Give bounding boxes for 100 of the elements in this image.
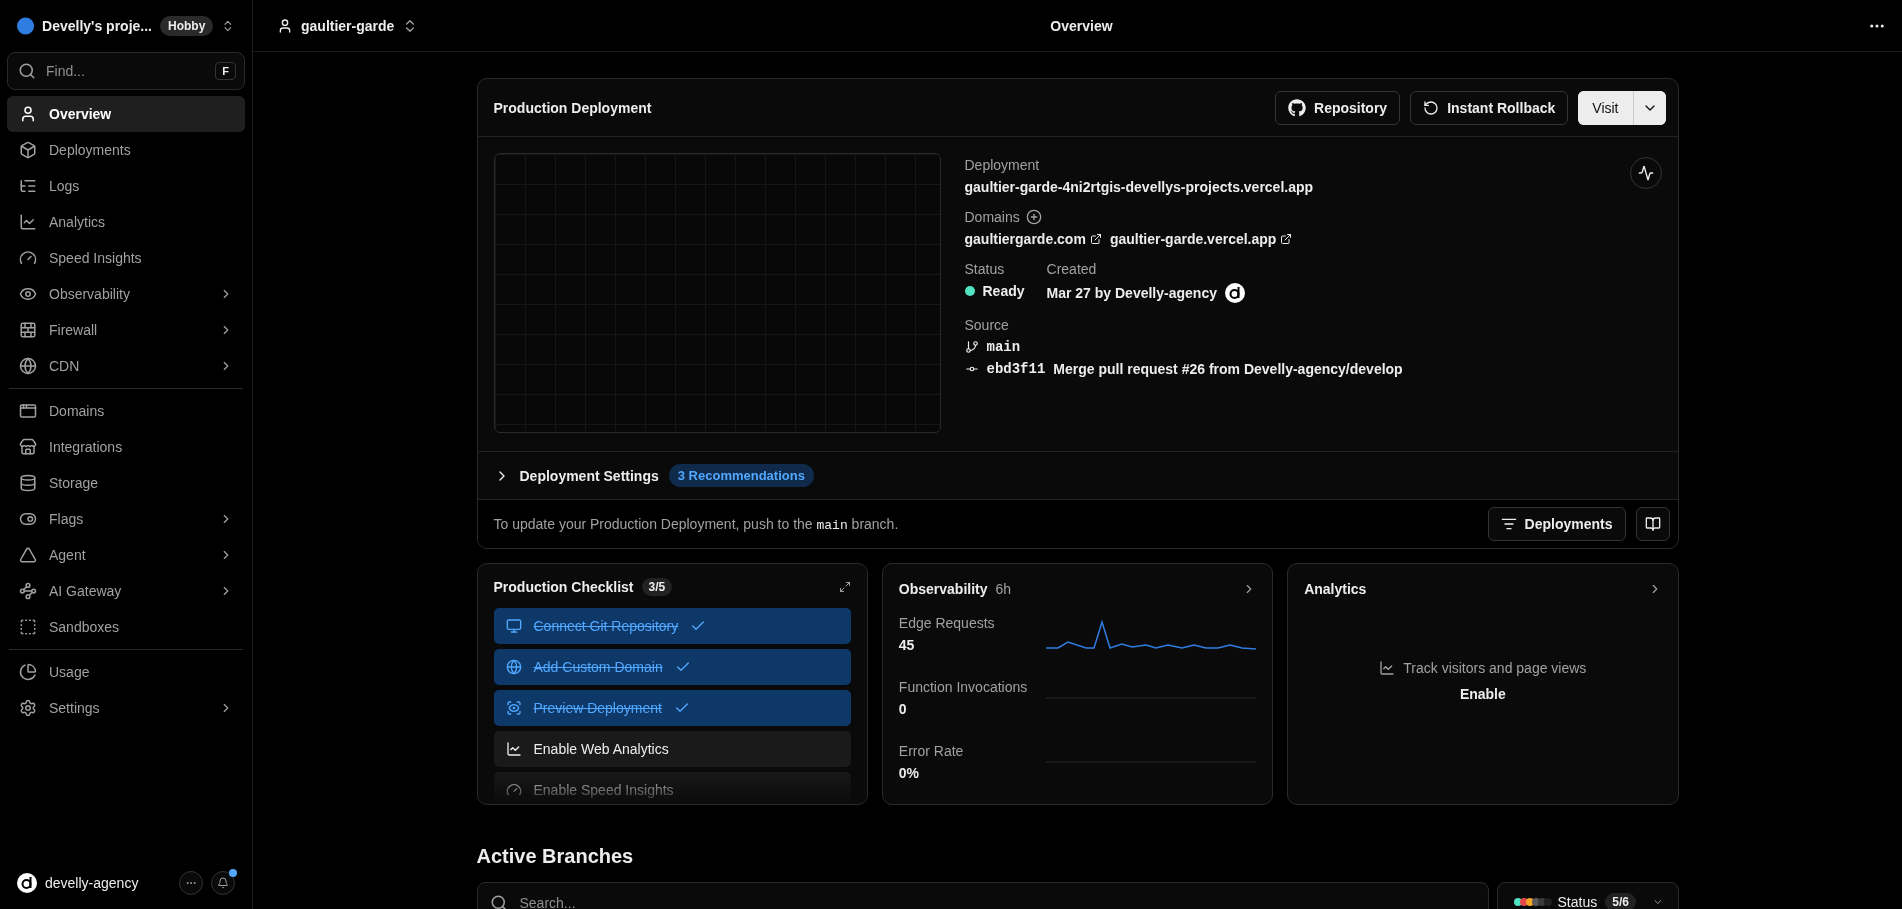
field-label: Created (1046, 261, 1098, 277)
team-name: Develly's proje... (42, 18, 152, 34)
find-field[interactable]: Find... F (7, 52, 245, 90)
store-icon (19, 438, 37, 456)
sidebar-item[interactable]: Agent (7, 537, 245, 573)
metric-label: Edge Requests (898, 615, 995, 631)
external-link-icon (1089, 233, 1102, 245)
metric-label: Function Invocations (898, 679, 1028, 695)
page-title: Overview (1050, 17, 1113, 34)
find-input[interactable]: Find... (44, 62, 208, 80)
add-icon[interactable] (1025, 209, 1042, 225)
sidebar-item[interactable]: Settings (7, 690, 245, 726)
deployment-link[interactable]: gaultier-garde-4ni2rtgis-devellys-projects.vercel.app (964, 179, 1314, 195)
docs-button[interactable] (1635, 507, 1670, 541)
globe-icon (505, 659, 522, 675)
plan-badge: Hobby (160, 16, 214, 36)
enable-link[interactable]: Enable (1459, 686, 1506, 702)
filter-count: 5/6 (1605, 893, 1636, 909)
eye-icon (19, 285, 37, 303)
monitor-icon (505, 618, 522, 634)
deployment-settings-toggle[interactable]: Deployment Settings 3 Recommendations (477, 452, 1678, 499)
activity-button[interactable] (1629, 157, 1662, 189)
gauge-icon (505, 782, 522, 798)
field-label: Domains (964, 209, 1020, 225)
team-avatar-icon (17, 16, 35, 36)
database-icon (19, 474, 37, 492)
sidebar-item[interactable]: Domains (7, 393, 245, 429)
sidebar-item[interactable]: Speed Insights (7, 240, 245, 276)
card-title: Analytics (1304, 581, 1367, 597)
metric-value: 0 (898, 701, 908, 717)
repository-button[interactable]: Repository (1275, 90, 1401, 125)
created-value: Mar 27 by Develly-agency (1046, 285, 1217, 301)
sidebar-item[interactable]: Observability (7, 276, 245, 312)
sidebar-item[interactable]: Usage (7, 654, 245, 690)
domain-link[interactable]: gaultiergarde.com (964, 231, 1102, 247)
avatar-icon (17, 873, 37, 893)
progress-badge: 3/5 (641, 578, 673, 596)
sidebar-item[interactable]: Integrations (7, 429, 245, 465)
domain-link[interactable]: gaultier-garde.vercel.app (1109, 231, 1293, 247)
commit-message: Merge pull request #26 from Develly-agency/develop (1053, 361, 1403, 377)
notifications-button[interactable] (211, 871, 235, 895)
activity-icon (1637, 165, 1654, 181)
sidebar-item[interactable]: Firewall (7, 312, 245, 348)
empty-message: Track visitors and page views (1403, 660, 1587, 676)
external-link-icon (1280, 233, 1293, 245)
project-avatar-icon (277, 17, 293, 34)
status-value: Ready (982, 283, 1025, 299)
search-icon (18, 62, 36, 80)
period-label: 6h (995, 581, 1012, 597)
rollback-button[interactable]: Instant Rollback (1410, 90, 1569, 125)
deployments-button[interactable]: Deployments (1487, 507, 1626, 541)
line-chart-icon (505, 741, 522, 757)
person-icon (19, 105, 37, 123)
line-chart-icon (19, 213, 37, 231)
card-title: Observability (898, 581, 988, 597)
branch-name: main (986, 339, 1021, 355)
metric-label: Error Rate (898, 743, 964, 759)
globe-icon (19, 357, 37, 375)
field-label: Source (964, 317, 1010, 333)
sidebar-item[interactable]: AI Gateway (7, 573, 245, 609)
toggle-icon (19, 510, 37, 528)
waypoints-icon (19, 582, 37, 600)
sidebar-item[interactable]: Overview (7, 96, 245, 132)
branch-search-field[interactable]: Search... (476, 882, 1489, 909)
commit-hash: ebd3f11 (986, 361, 1046, 377)
checklist-item[interactable]: Enable Web Analytics (493, 731, 851, 767)
sidebar-item[interactable]: Deployments (7, 132, 245, 168)
update-hint: To update your Production Deployment, push to the main branch. (493, 515, 899, 533)
sidebar-item[interactable]: Logs (7, 168, 245, 204)
book-icon (1644, 516, 1661, 532)
checklist-item[interactable]: Preview Deployment (493, 690, 851, 726)
branch-icon (964, 340, 979, 354)
window-icon (19, 402, 37, 420)
bell-icon (217, 877, 229, 889)
checklist-item[interactable]: Connect Git Repository (493, 608, 851, 644)
checklist-item[interactable]: Add Custom Domain (493, 649, 851, 685)
recommendations-badge: 3 Recommendations (668, 464, 814, 487)
triangle-icon (19, 546, 37, 564)
cube-icon (19, 141, 37, 159)
section-title: Active Branches (476, 845, 635, 868)
settings-icon (19, 699, 37, 717)
status-filter[interactable]: Status 5/6 (1496, 882, 1679, 909)
eye-icon (505, 700, 522, 716)
field-label: Deployment (964, 157, 1041, 173)
expand-icon[interactable] (838, 581, 851, 593)
metric-value: 45 (898, 637, 916, 653)
visit-menu-button[interactable] (1632, 90, 1666, 125)
sidebar-item[interactable]: Flags (7, 501, 245, 537)
brick-wall-icon (19, 321, 37, 339)
search-input[interactable]: Search... (517, 894, 1476, 909)
github-icon (1288, 98, 1307, 117)
pie-chart-icon (19, 663, 37, 681)
sidebar-item[interactable]: CDN (7, 348, 245, 384)
sidebar-item[interactable]: Storage (7, 465, 245, 501)
sidebar-item[interactable]: Sandboxes (7, 609, 245, 645)
user-name: develly-agency (45, 875, 140, 891)
sidebar-item[interactable]: Analytics (7, 204, 245, 240)
card-title: Production Checklist (493, 579, 634, 595)
shortcut-key: F (215, 62, 236, 80)
metric-value: 0% (898, 765, 921, 781)
